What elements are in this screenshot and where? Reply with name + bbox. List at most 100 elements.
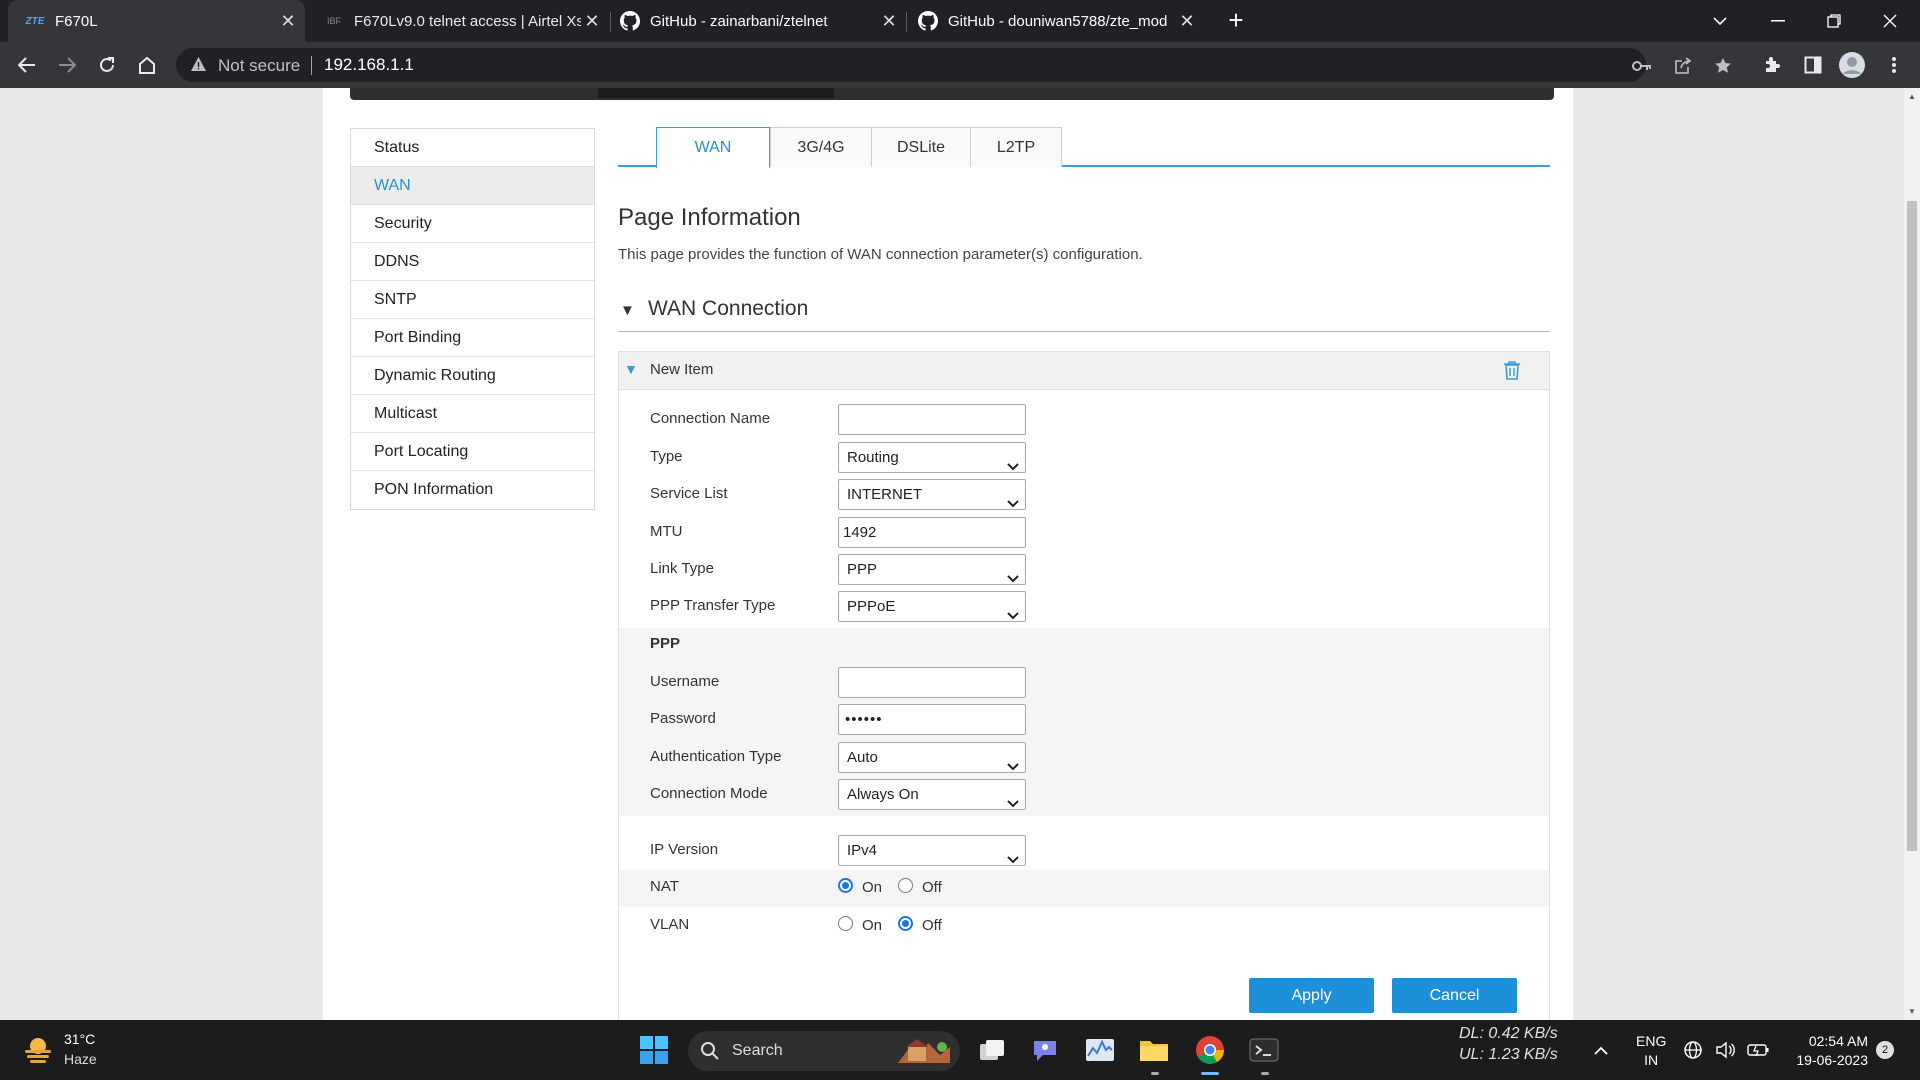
mtu-input[interactable]: 1492 bbox=[838, 517, 1026, 548]
tab-dslite[interactable]: DSLite bbox=[871, 127, 971, 167]
sidebar-item-security[interactable]: Security bbox=[351, 205, 594, 243]
cancel-button[interactable]: Cancel bbox=[1392, 978, 1517, 1013]
back-arrow-icon[interactable] bbox=[11, 49, 43, 81]
ip-version-label: IP Version bbox=[650, 841, 719, 858]
tab-l2tp[interactable]: L2TP bbox=[970, 127, 1062, 167]
scrollbar-thumb[interactable] bbox=[1907, 201, 1917, 851]
volume-icon[interactable] bbox=[1714, 1034, 1736, 1066]
task-view-icon[interactable] bbox=[976, 1034, 1008, 1066]
bookmark-star-icon[interactable] bbox=[1712, 55, 1734, 77]
side-panel-icon[interactable] bbox=[1797, 49, 1829, 81]
profile-avatar-icon[interactable] bbox=[1836, 49, 1868, 81]
search-label: Search bbox=[732, 1042, 783, 1059]
forward-arrow-icon[interactable] bbox=[51, 49, 83, 81]
security-status[interactable]: Not secure bbox=[218, 56, 300, 76]
address-bar[interactable]: Not secure 192.168.1.1 bbox=[176, 48, 1731, 82]
close-icon[interactable]: ✕ bbox=[581, 11, 603, 32]
collapse-triangle-icon[interactable]: ▼ bbox=[620, 302, 635, 319]
close-icon[interactable]: ✕ bbox=[878, 11, 900, 32]
vlan-on-radio[interactable] bbox=[838, 916, 853, 931]
username-label: Username bbox=[650, 673, 720, 690]
sidebar-item-port-locating[interactable]: Port Locating bbox=[351, 433, 594, 471]
page-description: This page provides the function of WAN c… bbox=[618, 246, 1143, 263]
ibf-favicon: IBF bbox=[326, 16, 341, 26]
taskbar-search-box[interactable]: Search bbox=[688, 1031, 960, 1071]
reload-icon[interactable] bbox=[91, 49, 123, 81]
nat-on-radio[interactable] bbox=[838, 878, 853, 893]
page-scrollbar[interactable]: ▲ ▼ bbox=[1904, 88, 1920, 1020]
sidebar-item-pon-information[interactable]: PON Information bbox=[351, 471, 594, 509]
extensions-puzzle-icon[interactable] bbox=[1756, 49, 1788, 81]
tab-github-zte-mod[interactable]: GitHub - douniwan5788/zte_mod ✕ bbox=[918, 0, 1198, 42]
tab-airtel[interactable]: IBF F670Lv9.0 telnet access | Airtel Xs … bbox=[316, 0, 603, 42]
username-input[interactable] bbox=[838, 667, 1026, 698]
service-list-select[interactable]: INTERNET bbox=[838, 479, 1026, 510]
teams-chat-icon[interactable] bbox=[1029, 1034, 1061, 1066]
battery-icon[interactable] bbox=[1746, 1034, 1770, 1066]
sidebar-item-status[interactable]: Status bbox=[351, 129, 594, 167]
running-indicator bbox=[1151, 1072, 1159, 1075]
close-window-icon[interactable] bbox=[1862, 0, 1918, 42]
ppp-transfer-type-select[interactable]: PPPoE bbox=[838, 591, 1026, 622]
resource-monitor-icon[interactable] bbox=[1084, 1034, 1116, 1066]
tab-search-chevron-icon[interactable] bbox=[1692, 0, 1748, 42]
sidebar-item-sntp[interactable]: SNTP bbox=[351, 281, 594, 319]
type-select[interactable]: Routing bbox=[838, 442, 1026, 473]
apply-button[interactable]: Apply bbox=[1249, 978, 1374, 1013]
scroll-down-icon[interactable]: ▼ bbox=[1908, 1007, 1916, 1016]
notification-badge[interactable]: 2 bbox=[1876, 1041, 1894, 1059]
nat-on-label[interactable]: On bbox=[862, 879, 882, 896]
restore-icon[interactable] bbox=[1806, 0, 1862, 42]
page-viewport: Status WAN Security DDNS SNTP Port Bindi… bbox=[0, 88, 1904, 1020]
new-tab-button[interactable]: + bbox=[1221, 6, 1251, 36]
sidebar-item-dynamic-routing[interactable]: Dynamic Routing bbox=[351, 357, 594, 395]
ip-version-select[interactable]: IPv4 bbox=[838, 835, 1026, 866]
chrome-icon[interactable] bbox=[1194, 1034, 1226, 1066]
share-icon[interactable] bbox=[1672, 55, 1694, 77]
warning-icon[interactable] bbox=[190, 56, 207, 77]
close-icon[interactable]: ✕ bbox=[1176, 11, 1198, 32]
home-icon[interactable] bbox=[131, 49, 163, 81]
system-clock[interactable]: 02:54 AM 19-06-2023 bbox=[1786, 1032, 1868, 1070]
sidebar-item-port-binding[interactable]: Port Binding bbox=[351, 319, 594, 357]
chevron-up-icon[interactable] bbox=[1585, 1034, 1617, 1066]
sidebar-item-wan[interactable]: WAN bbox=[351, 167, 594, 205]
nat-off-label[interactable]: Off bbox=[922, 879, 942, 896]
side-menu: Status WAN Security DDNS SNTP Port Bindi… bbox=[350, 128, 595, 510]
tab-f670l[interactable]: ZTE F670L ✕ bbox=[8, 0, 305, 42]
wan-tabs: WAN 3G/4G DSLite L2TP bbox=[618, 127, 1550, 169]
windows-start-icon[interactable] bbox=[638, 1034, 670, 1066]
input-language[interactable]: ENG IN bbox=[1636, 1032, 1666, 1070]
file-explorer-icon[interactable] bbox=[1138, 1034, 1170, 1066]
close-icon[interactable]: ✕ bbox=[277, 11, 299, 32]
wan-connection-header[interactable]: ▼ WAN Connection bbox=[618, 294, 1550, 332]
weather-description[interactable]: Haze bbox=[64, 1051, 97, 1067]
globe-network-icon[interactable] bbox=[1682, 1034, 1704, 1066]
vlan-off-radio[interactable] bbox=[898, 916, 913, 931]
tab-wan[interactable]: WAN bbox=[656, 127, 770, 169]
sidebar-item-multicast[interactable]: Multicast bbox=[351, 395, 594, 433]
weather-temperature[interactable]: 31°C bbox=[64, 1031, 95, 1047]
key-icon[interactable] bbox=[1631, 55, 1653, 77]
sidebar-item-ddns[interactable]: DDNS bbox=[351, 243, 594, 281]
connection-mode-select[interactable]: Always On bbox=[838, 779, 1026, 810]
vlan-on-label[interactable]: On bbox=[862, 917, 882, 934]
authentication-type-select[interactable]: Auto bbox=[838, 742, 1026, 773]
trash-icon[interactable] bbox=[1503, 360, 1521, 385]
nat-off-radio[interactable] bbox=[898, 878, 913, 893]
vlan-off-label[interactable]: Off bbox=[922, 917, 942, 934]
tab-github-ztelnet[interactable]: GitHub - zainarbani/ztelnet ✕ bbox=[620, 0, 900, 42]
scroll-up-icon[interactable]: ▲ bbox=[1908, 92, 1916, 101]
tab-title: GitHub - douniwan5788/zte_mod bbox=[948, 12, 1168, 30]
url-text[interactable]: 192.168.1.1 bbox=[324, 55, 414, 75]
password-input[interactable]: •••••• bbox=[838, 704, 1026, 735]
menu-kebab-icon[interactable] bbox=[1878, 49, 1910, 81]
collapse-triangle-icon[interactable]: ▼ bbox=[624, 361, 638, 377]
connection-name-input[interactable] bbox=[838, 404, 1026, 435]
new-item-header[interactable]: ▼ New Item bbox=[618, 351, 1550, 390]
terminal-icon[interactable] bbox=[1248, 1034, 1280, 1066]
haze-weather-icon[interactable] bbox=[22, 1033, 54, 1070]
link-type-select[interactable]: PPP bbox=[838, 554, 1026, 585]
minimize-icon[interactable] bbox=[1750, 0, 1806, 42]
tab-3g-4g[interactable]: 3G/4G bbox=[770, 127, 872, 167]
